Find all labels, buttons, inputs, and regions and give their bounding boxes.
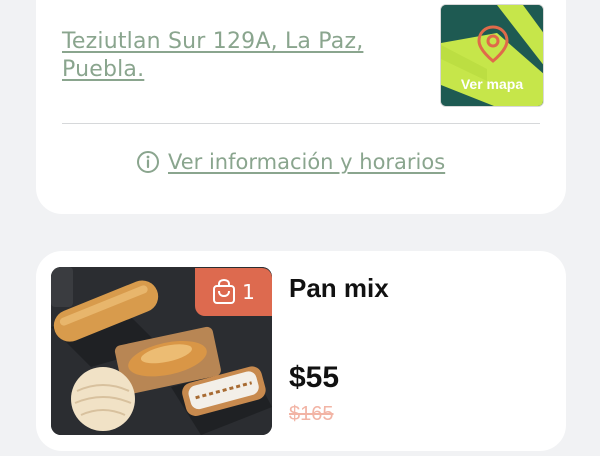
view-map-button[interactable]: Ver mapa: [440, 4, 544, 107]
product-title: Pan mix: [289, 273, 389, 303]
view-map-label: Ver mapa: [460, 76, 524, 92]
info-hours-label: Ver información y horarios: [168, 150, 446, 174]
store-info-card: Teziutlan Sur 129A, La Paz, Puebla. Ver …: [36, 0, 566, 214]
info-circle-icon: [137, 151, 159, 173]
divider: [62, 123, 540, 124]
product-original-price: $165: [289, 403, 334, 425]
info-hours-link[interactable]: Ver información y horarios: [136, 150, 445, 174]
cart-count: 1: [242, 280, 255, 304]
product-card[interactable]: 1 Pan mix $55 $165: [36, 251, 566, 451]
cart-count-badge[interactable]: 1: [195, 268, 272, 316]
product-price: $55: [289, 361, 340, 394]
store-address-link[interactable]: Teziutlan Sur 129A, La Paz, Puebla.: [62, 28, 382, 84]
shopping-bag-icon: [213, 279, 236, 304]
